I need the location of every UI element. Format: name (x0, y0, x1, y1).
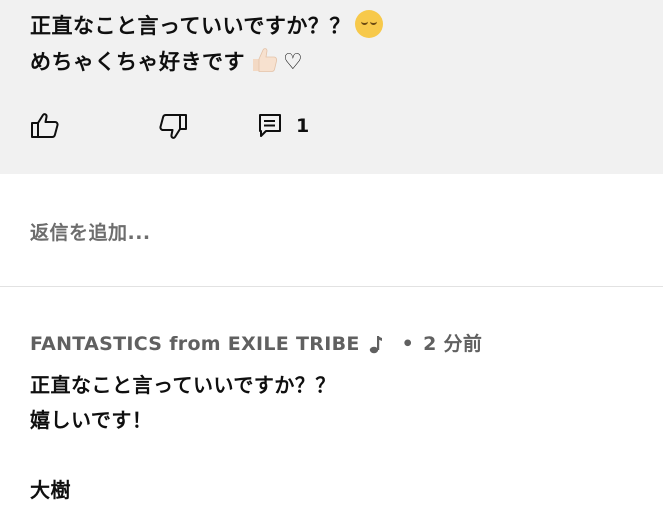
comment-line-1: 正直なこと言っていいですか？？ (30, 8, 383, 44)
face-exhaling-emoji-icon (354, 10, 383, 38)
comment-line-1-text: 正直なこと言っていいですか？？ (30, 14, 351, 38)
reply-line: 正直なこと言っていいですか？？ (30, 373, 336, 397)
thumbs-up-emoji-icon (253, 48, 278, 72)
reply-line: 嬉しいです！ (30, 408, 153, 432)
music-note-icon (369, 336, 382, 354)
comment-line-2-text: めちゃくちゃ好きです (30, 50, 245, 74)
comment-text: 正直なこと言っていいですか？？ めちゃくちゃ好きです ♡ (30, 8, 383, 81)
reply-timestamp: 2 分前 (423, 333, 483, 355)
reply-line: 大樹 (30, 478, 71, 502)
like-button[interactable] (30, 110, 60, 142)
reply-author[interactable]: FANTASTICS from EXILE TRIBE (30, 328, 360, 360)
reply-count: 1 (296, 115, 310, 137)
replies-button[interactable]: 1 (258, 110, 309, 142)
comment-thread: 正直なこと言っていいですか？？ めちゃくちゃ好きです ♡ 1 返信を追加... … (0, 0, 663, 522)
reply-line (30, 438, 336, 473)
highlighted-comment: 正直なこと言っていいですか？？ めちゃくちゃ好きです ♡ 1 (0, 0, 663, 174)
reply-header: FANTASTICS from EXILE TRIBE • 2 分前 (30, 328, 482, 360)
comment-line-2: めちゃくちゃ好きです ♡ (30, 44, 383, 81)
meta-separator: • (401, 333, 415, 355)
dislike-button[interactable] (158, 110, 188, 142)
thumbs-up-icon (31, 113, 59, 138)
divider (0, 286, 663, 287)
thumbs-down-icon (159, 114, 187, 139)
comment-icon (259, 114, 281, 137)
heart-symbol: ♡ (283, 50, 304, 75)
reply-text: 正直なこと言っていいですか？？ 嬉しいです！ 大樹 (30, 368, 336, 508)
add-reply-input[interactable]: 返信を追加... (30, 216, 630, 250)
comment-actions: 1 (30, 110, 630, 142)
